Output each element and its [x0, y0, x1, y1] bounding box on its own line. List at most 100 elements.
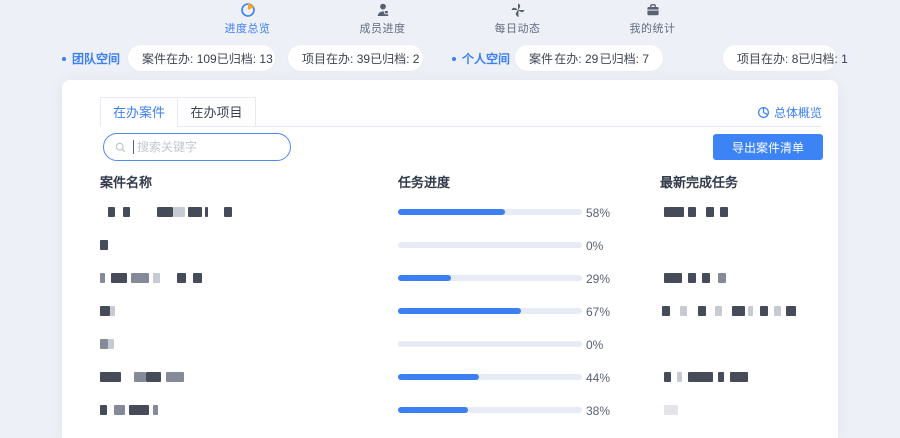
stat-key: 在办:: [554, 51, 582, 66]
progress-percent: 44%: [586, 371, 611, 385]
progress-bar: [398, 209, 582, 215]
redacted-text-block: [157, 207, 173, 217]
redacted-text-block: [131, 273, 149, 283]
table-row[interactable]: 38%: [100, 394, 822, 427]
nav-label: 我的统计: [629, 23, 676, 35]
redacted-text-block: [688, 372, 713, 382]
pie-chart-icon: [240, 3, 255, 17]
search-box[interactable]: [103, 133, 291, 161]
table-row[interactable]: 0%: [100, 328, 822, 361]
redacted-text-block: [664, 273, 682, 283]
redacted-text-block: [698, 306, 706, 316]
redacted-text-block: [129, 405, 149, 415]
redacted-text-block: [718, 372, 724, 382]
export-case-list-button[interactable]: 导出案件清单: [713, 134, 823, 160]
table-row[interactable]: 0%: [100, 229, 822, 262]
redacted-text-block: [166, 372, 184, 382]
personal-space-link[interactable]: 个人空间: [452, 50, 510, 67]
overview-link-label: 总体概览: [773, 106, 822, 120]
nav-item-my-statistics[interactable]: 我的统计: [585, 0, 720, 38]
redacted-text-block: [720, 207, 728, 217]
tab-active-cases[interactable]: 在办案件: [100, 97, 178, 127]
progress-bar: [398, 374, 582, 380]
case-name-cell: [100, 295, 390, 328]
redacted-text-block: [110, 306, 115, 316]
redacted-text-block: [732, 306, 745, 316]
redacted-text-block: [718, 273, 726, 283]
redacted-text-block: [730, 372, 748, 382]
stat-key: 在办:: [166, 51, 194, 66]
redacted-text-block: [715, 306, 722, 316]
redacted-text-block: [702, 273, 710, 283]
redacted-text-block: [100, 240, 108, 250]
member-icon: [377, 3, 389, 16]
search-input[interactable]: [135, 139, 280, 155]
redacted-text-block: [114, 405, 125, 415]
redacted-text-block: [108, 207, 115, 217]
redacted-text-block: [100, 405, 107, 415]
latest-task-cell: [660, 295, 822, 328]
table-row[interactable]: 67%: [100, 295, 822, 328]
progress-percent: 67%: [586, 305, 611, 319]
redacted-text-block: [748, 306, 753, 316]
stat-pill-team-projects: 项目 在办: 39 已归档: 2: [288, 45, 423, 71]
nav-label: 进度总览: [224, 23, 271, 35]
case-name-cell: [100, 328, 390, 361]
pill-category: 项目: [302, 51, 327, 66]
text-caret: [133, 140, 134, 154]
overview-pie-icon: [758, 107, 769, 118]
stat-value: 2: [412, 51, 420, 66]
personal-space-label: 个人空间: [462, 52, 511, 66]
blue-dot-icon: [62, 56, 66, 61]
progress-percent: 0%: [586, 338, 604, 352]
cases-panel: 在办案件 在办项目 总体概览 导出案件清单 案件名称 任务进度 最新完成任务 5…: [62, 80, 838, 438]
redacted-text-block: [680, 306, 687, 316]
progress-bar-fill: [398, 209, 505, 215]
stat-key: 在办:: [326, 51, 354, 66]
redacted-text-block: [224, 207, 232, 217]
progress-bar: [398, 275, 582, 281]
progress-percent: 0%: [586, 239, 604, 253]
nav-label: 每日动态: [494, 23, 541, 35]
nav-item-progress-overview[interactable]: 进度总览: [180, 0, 315, 38]
blue-dot-icon: [452, 56, 456, 61]
table-row[interactable]: 44%: [100, 361, 822, 394]
redacted-text-block: [774, 306, 781, 316]
case-name-cell: [100, 262, 390, 295]
pill-category: 项目: [737, 51, 762, 66]
progress-bar-fill: [398, 407, 468, 413]
team-space-link[interactable]: 团队空间: [62, 50, 120, 67]
table-header-row: 案件名称 任务进度 最新完成任务: [100, 172, 822, 192]
latest-task-cell: [660, 262, 822, 295]
stat-value: 39: [356, 51, 371, 66]
nav-label: 成员进度: [359, 23, 406, 35]
table-row[interactable]: 58%: [100, 196, 822, 229]
redacted-text-block: [188, 207, 202, 217]
table-row[interactable]: 29%: [100, 262, 822, 295]
stat-key: 已归档:: [599, 51, 639, 66]
redacted-text-block: [688, 207, 696, 217]
case-name-cell: [100, 361, 390, 394]
table-rows: 58% 0% 29% 67% 0% 44% 38%: [100, 196, 822, 427]
redacted-text-block: [664, 405, 678, 415]
top-navigation: 进度总览 成员进度 每日动态 我的统计: [180, 0, 720, 38]
redacted-text-block: [786, 306, 796, 316]
stat-value: 13: [259, 51, 273, 66]
nav-item-member-progress[interactable]: 成员进度: [315, 0, 450, 38]
tab-active-projects[interactable]: 在办项目: [178, 97, 256, 126]
stat-pill-personal-projects: 项目 在办: 8 已归档: 1: [723, 45, 848, 71]
progress-bar: [398, 341, 582, 347]
stat-key: 已归档:: [370, 51, 410, 66]
latest-task-cell: [660, 361, 822, 394]
redacted-text-block: [664, 372, 671, 382]
latest-task-cell: [660, 196, 822, 229]
briefcase-icon: [646, 4, 659, 16]
redacted-text-block: [134, 372, 146, 382]
column-header-case-name: 案件名称: [100, 175, 153, 190]
redacted-text-block: [153, 273, 160, 283]
search-icon: [115, 142, 126, 152]
redacted-text-block: [177, 273, 186, 283]
nav-item-daily-updates[interactable]: 每日动态: [450, 0, 585, 38]
overall-overview-link[interactable]: 总体概览: [757, 104, 822, 121]
progress-bar: [398, 308, 582, 314]
